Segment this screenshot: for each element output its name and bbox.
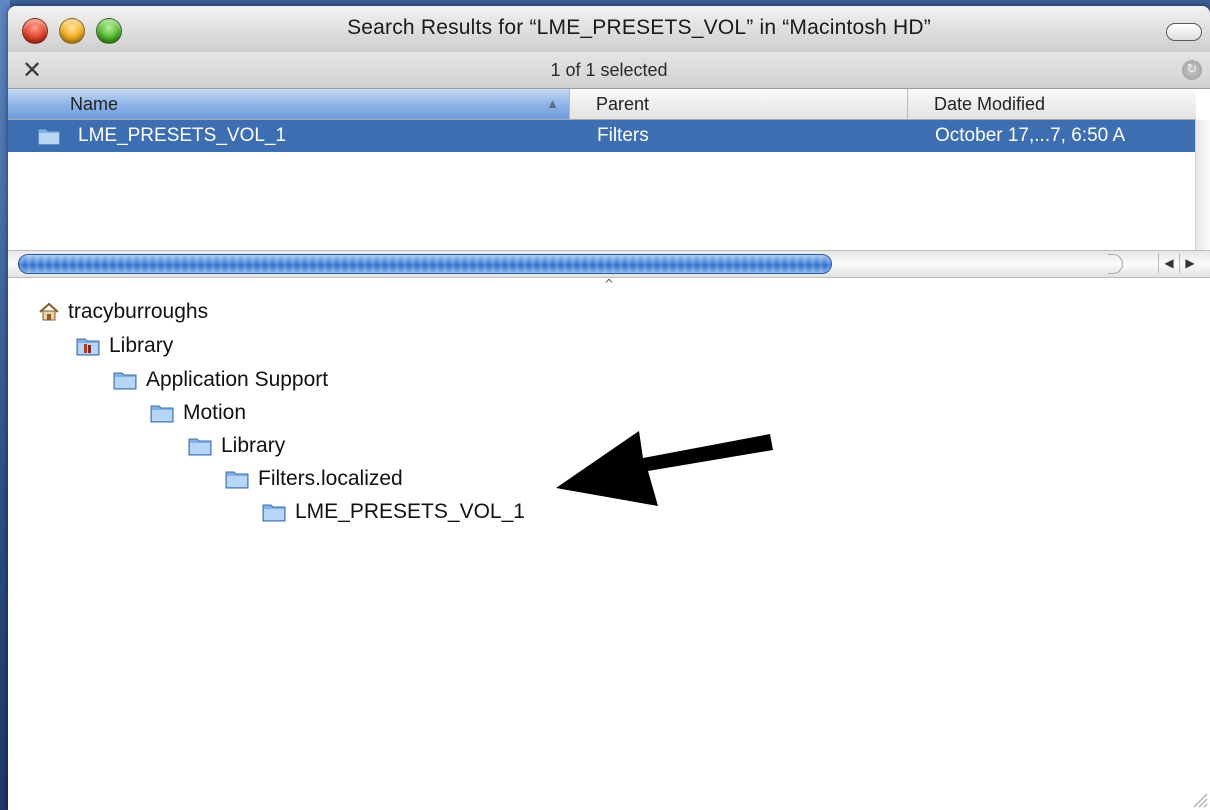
path-item-library[interactable]: Library — [75, 331, 173, 361]
folder-icon — [113, 372, 137, 390]
column-date-label: Date Modified — [934, 94, 1046, 114]
vertical-scrollbar[interactable] — [1195, 120, 1210, 250]
path-item-filters-localized[interactable]: Filters.localized — [224, 464, 403, 494]
scroll-track-end — [1108, 254, 1123, 274]
path-item-label: Application Support — [146, 368, 329, 391]
result-parent: Filters — [597, 125, 649, 146]
status-bar: ✕ 1 of 1 selected ↻ — [8, 52, 1210, 89]
zoom-button[interactable] — [96, 18, 122, 44]
column-header-date-modified[interactable]: Date Modified — [908, 89, 1196, 119]
scroll-right-arrow-icon[interactable]: ▶ — [1179, 253, 1200, 273]
table-row[interactable]: LME_PRESETS_VOL_1 Filters October 17,...… — [8, 120, 1196, 152]
minimize-button[interactable] — [59, 18, 85, 44]
path-item-label: LME_PRESETS_VOL_1 — [295, 500, 525, 523]
folder-icon — [262, 504, 286, 522]
result-date-modified: October 17,...7, 6:50 A — [935, 125, 1126, 146]
column-header-parent[interactable]: Parent — [570, 89, 908, 119]
results-list: LME_PRESETS_VOL_1 Filters October 17,...… — [8, 120, 1196, 250]
column-header-name[interactable]: Name ▲ — [8, 89, 570, 119]
sort-ascending-icon: ▲ — [546, 96, 559, 111]
column-name-label: Name — [70, 94, 119, 114]
selection-status: 1 of 1 selected — [550, 60, 668, 80]
path-item-motion-library[interactable]: Library — [187, 431, 285, 461]
close-button[interactable] — [22, 18, 48, 44]
pane-splitter[interactable]: ^ — [8, 277, 1210, 291]
scroll-left-arrow-icon[interactable]: ◀ — [1158, 253, 1179, 273]
result-name: LME_PRESETS_VOL_1 — [78, 125, 287, 146]
finder-search-window: Search Results for “LME_PRESETS_VOL” in … — [8, 6, 1210, 810]
title-bar[interactable]: Search Results for “LME_PRESETS_VOL” in … — [8, 6, 1210, 53]
resize-grip-icon[interactable] — [1190, 790, 1208, 808]
path-view: tracyburroughs Library Application Suppo… — [8, 291, 1210, 810]
column-parent-label: Parent — [596, 94, 650, 114]
path-item-application-support[interactable]: Application Support — [112, 365, 328, 395]
scroll-thumb[interactable] — [18, 254, 832, 274]
library-folder-icon — [76, 338, 100, 356]
path-item-home[interactable]: tracyburroughs — [38, 297, 208, 327]
folder-icon — [36, 124, 62, 154]
path-item-label: Motion — [183, 401, 247, 424]
toolbar-toggle-button[interactable] — [1166, 23, 1202, 41]
progress-spinner-icon: ↻ — [1182, 60, 1202, 80]
path-item-label: Library — [221, 434, 286, 457]
annotation-arrow-icon — [556, 431, 773, 506]
path-item-label: Filters.localized — [258, 467, 403, 490]
folder-icon — [225, 471, 249, 489]
folder-icon — [150, 405, 174, 423]
scroll-arrows: ◀ ▶ — [1158, 253, 1200, 273]
path-item-label: Library — [109, 334, 174, 357]
path-item-label: tracyburroughs — [68, 300, 209, 323]
folder-icon — [188, 438, 212, 456]
column-headers: Name ▲ Parent Date Modified — [8, 89, 1196, 120]
path-item-lme-presets[interactable]: LME_PRESETS_VOL_1 — [261, 497, 525, 527]
horizontal-scrollbar[interactable]: ◀ ▶ — [8, 250, 1210, 278]
window-title: Search Results for “LME_PRESETS_VOL” in … — [347, 16, 931, 39]
path-item-motion[interactable]: Motion — [149, 398, 246, 428]
home-icon — [39, 302, 59, 321]
